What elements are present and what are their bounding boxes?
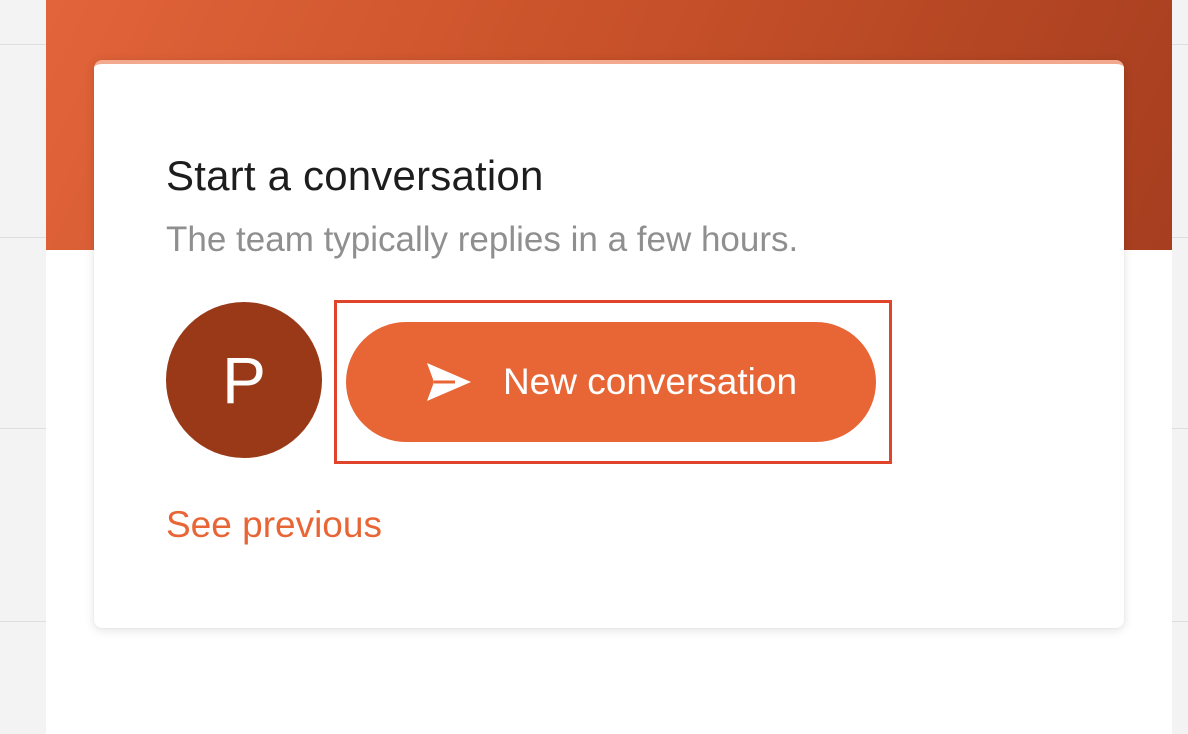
- background-divider: [1172, 621, 1188, 622]
- team-avatar: P: [166, 302, 322, 458]
- see-previous-link[interactable]: See previous: [166, 504, 382, 546]
- avatar-initial: P: [221, 343, 267, 417]
- conversation-card: Start a conversation The team typically …: [94, 60, 1124, 628]
- background-divider: [0, 237, 46, 238]
- send-icon: [425, 361, 473, 403]
- messenger-panel: Start a conversation The team typically …: [46, 0, 1172, 734]
- background-divider: [1172, 237, 1188, 238]
- new-conversation-label: New conversation: [502, 361, 798, 402]
- background-divider: [0, 44, 46, 45]
- card-title: Start a conversation: [166, 152, 544, 199]
- background-divider: [1172, 44, 1188, 45]
- background-divider: [1172, 428, 1188, 429]
- background-divider: [0, 621, 46, 622]
- reply-time-text: The team typically replies in a few hour…: [166, 220, 799, 259]
- background-divider: [0, 428, 46, 429]
- new-conversation-button[interactable]: New conversation: [346, 322, 876, 442]
